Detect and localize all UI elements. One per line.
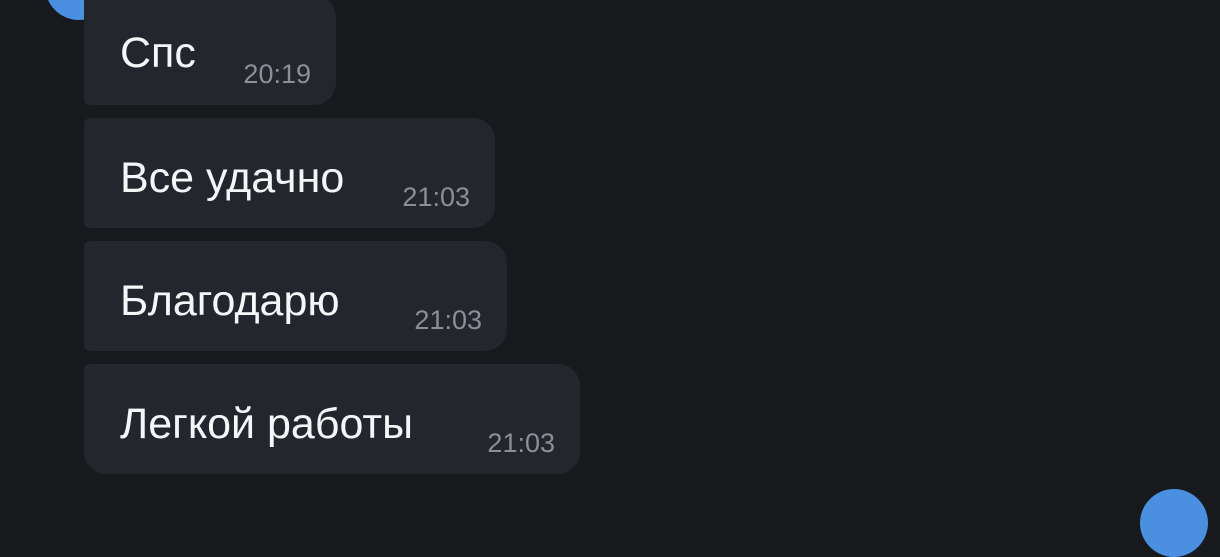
next-sender-avatar[interactable] [1140,489,1208,557]
message-bubble[interactable]: Благодарю 21:03 [84,241,507,351]
message-bubble[interactable]: Легкой работы 21:03 [84,364,580,474]
message-timestamp: 20:19 [243,59,311,89]
message-text: Легкой работы [120,400,414,448]
message-bubble[interactable]: Спс 20:19 [84,0,336,105]
message-timestamp: 21:03 [487,428,555,458]
message-text: Благодарю [120,277,340,325]
message-bubble[interactable]: Все удачно 21:03 [84,118,495,228]
message-timestamp: 21:03 [414,305,482,335]
message-text: Спс [120,29,196,77]
message-timestamp: 21:03 [402,182,470,212]
message-text: Все удачно [120,154,345,202]
